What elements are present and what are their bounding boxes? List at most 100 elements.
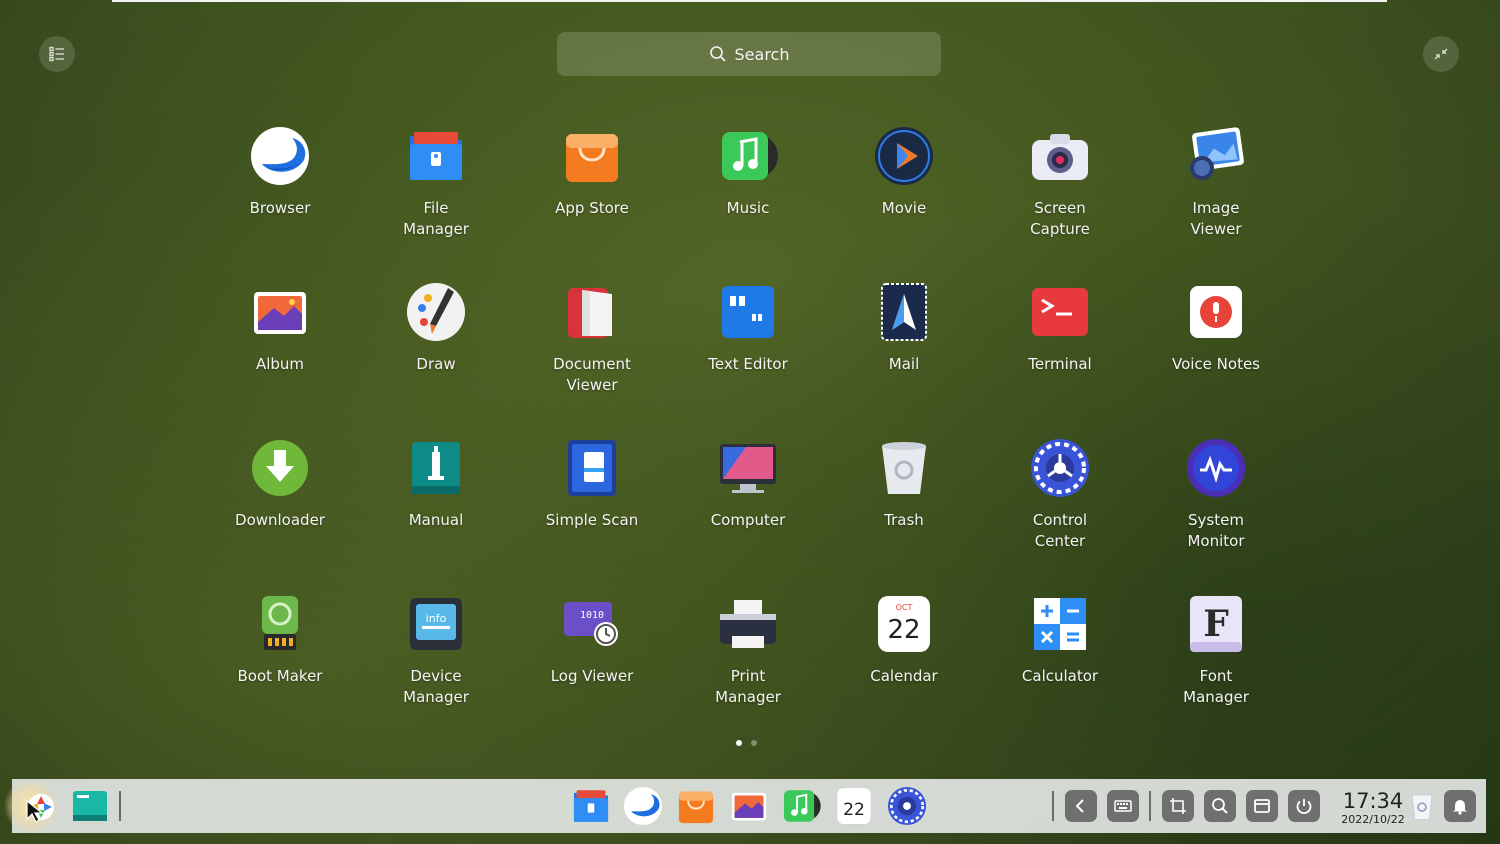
app-system-monitor[interactable]: System Monitor: [1138, 434, 1294, 590]
exit-fullscreen-button[interactable]: [1423, 36, 1459, 72]
log-viewer-icon: 1010: [564, 602, 618, 646]
trash-icon: [882, 442, 926, 494]
app-trash[interactable]: Trash: [826, 434, 982, 590]
app-screen-capture[interactable]: Screen Capture: [982, 122, 1138, 278]
album-icon: [254, 292, 306, 334]
desktop-icon: [1254, 799, 1270, 813]
tray-screenshot-button[interactable]: [1162, 790, 1194, 822]
file-manager-icon: [410, 132, 462, 180]
manual-icon: [412, 442, 460, 494]
dock-multitask-view[interactable]: [69, 785, 111, 827]
tray-search-button[interactable]: [1204, 790, 1236, 822]
app-calculator[interactable]: Calculator: [982, 590, 1138, 746]
search-placeholder: Search: [734, 44, 790, 64]
simple-scan-icon: [568, 440, 616, 496]
movie-icon: [875, 127, 933, 185]
app-log-viewer[interactable]: 1010 Log Viewer: [514, 590, 670, 746]
app-control-center[interactable]: Control Center: [982, 434, 1138, 590]
app-app-store[interactable]: App Store: [514, 122, 670, 278]
app-terminal[interactable]: Terminal: [982, 278, 1138, 434]
page-dot-1[interactable]: [736, 740, 742, 746]
font-letter-text: F: [1203, 603, 1229, 645]
music-icon: [722, 132, 778, 180]
top-edge-line: [112, 0, 1387, 2]
launcher-icon: [26, 794, 54, 823]
music-icon: [783, 790, 821, 822]
app-calendar[interactable]: OCT 22 Calendar: [826, 590, 982, 746]
boot-maker-icon: [262, 596, 298, 650]
app-computer[interactable]: Computer: [670, 434, 826, 590]
app-simple-scan[interactable]: Simple Scan: [514, 434, 670, 590]
app-draw[interactable]: Draw: [358, 278, 514, 434]
app-manual[interactable]: Manual: [358, 434, 514, 590]
tray-power-button[interactable]: [1288, 790, 1320, 822]
app-boot-maker[interactable]: Boot Maker: [202, 590, 358, 746]
app-file-manager[interactable]: File Manager: [358, 122, 514, 278]
calendar-month-text: OCT: [896, 603, 913, 612]
voice-notes-icon: [1190, 286, 1242, 338]
tray-notification-button[interactable]: [1444, 790, 1476, 822]
list-icon: [49, 46, 64, 62]
app-music[interactable]: Music: [670, 122, 826, 278]
dock-file-manager[interactable]: [570, 785, 612, 827]
dock-calendar-day: 22: [843, 800, 865, 820]
browser-icon: [251, 127, 309, 185]
screen-capture-icon: [1032, 134, 1088, 180]
search-icon: [1212, 798, 1228, 814]
app-grid: Browser File Manager App Store Music Mov…: [202, 122, 1294, 746]
downloader-icon: [252, 440, 308, 496]
device-manager-icon: info: [410, 598, 462, 650]
tray-keyboard-button[interactable]: [1107, 790, 1139, 822]
dock-album[interactable]: [728, 785, 770, 827]
multitask-icon: [73, 791, 107, 821]
app-text-editor[interactable]: Text Editor: [670, 278, 826, 434]
tray-show-desktop-button[interactable]: [1246, 790, 1278, 822]
collapse-icon: [1434, 48, 1448, 60]
chevron-left-icon: [1075, 799, 1084, 813]
search-icon: [709, 46, 726, 62]
dock-control-center[interactable]: [886, 785, 928, 827]
app-voice-notes[interactable]: Voice Notes: [1138, 278, 1294, 434]
bell-icon: [1453, 800, 1467, 815]
dock-separator: [1052, 791, 1054, 821]
document-viewer-icon: [568, 288, 612, 338]
image-viewer-icon: [1190, 127, 1244, 180]
app-font-manager[interactable]: F Font Manager: [1138, 590, 1294, 746]
text-editor-icon: [722, 286, 774, 338]
dock-app-store[interactable]: [675, 785, 717, 827]
control-center-icon: [887, 786, 927, 826]
launcher-button[interactable]: [3, 779, 59, 833]
computer-icon: [720, 444, 776, 493]
page-dot-2[interactable]: [751, 740, 757, 746]
app-browser[interactable]: Browser: [202, 122, 358, 278]
dock-calendar[interactable]: 22: [833, 785, 875, 827]
app-album[interactable]: Album: [202, 278, 358, 434]
tray-collapse-button[interactable]: [1065, 790, 1097, 822]
album-icon: [731, 792, 767, 821]
dock-browser[interactable]: [622, 785, 664, 827]
mail-icon: [881, 283, 927, 341]
app-movie[interactable]: Movie: [826, 122, 982, 278]
app-print-manager[interactable]: Print Manager: [670, 590, 826, 746]
print-manager-icon: [720, 600, 776, 648]
category-view-button[interactable]: [39, 36, 75, 72]
app-device-manager[interactable]: info Device Manager: [358, 590, 514, 746]
app-document-viewer[interactable]: Document Viewer: [514, 278, 670, 434]
screenshot-icon: [1170, 798, 1186, 814]
calendar-day-text: 22: [887, 615, 920, 645]
app-downloader[interactable]: Downloader: [202, 434, 358, 590]
file-manager-icon: [573, 790, 609, 822]
app-store-icon: [678, 791, 714, 824]
app-mail[interactable]: Mail: [826, 278, 982, 434]
font-manager-icon: F: [1190, 596, 1242, 652]
tray-trash[interactable]: [1404, 788, 1440, 824]
calendar-icon: OCT 22: [878, 596, 930, 652]
browser-icon: [623, 786, 663, 826]
calculator-icon: [1034, 598, 1086, 650]
system-monitor-icon: [1187, 439, 1245, 497]
app-image-viewer[interactable]: Image Viewer: [1138, 122, 1294, 278]
calendar-icon: 22: [836, 787, 872, 825]
keyboard-icon: [1114, 800, 1132, 812]
search-input[interactable]: Search: [557, 32, 941, 76]
dock-music[interactable]: [780, 785, 822, 827]
